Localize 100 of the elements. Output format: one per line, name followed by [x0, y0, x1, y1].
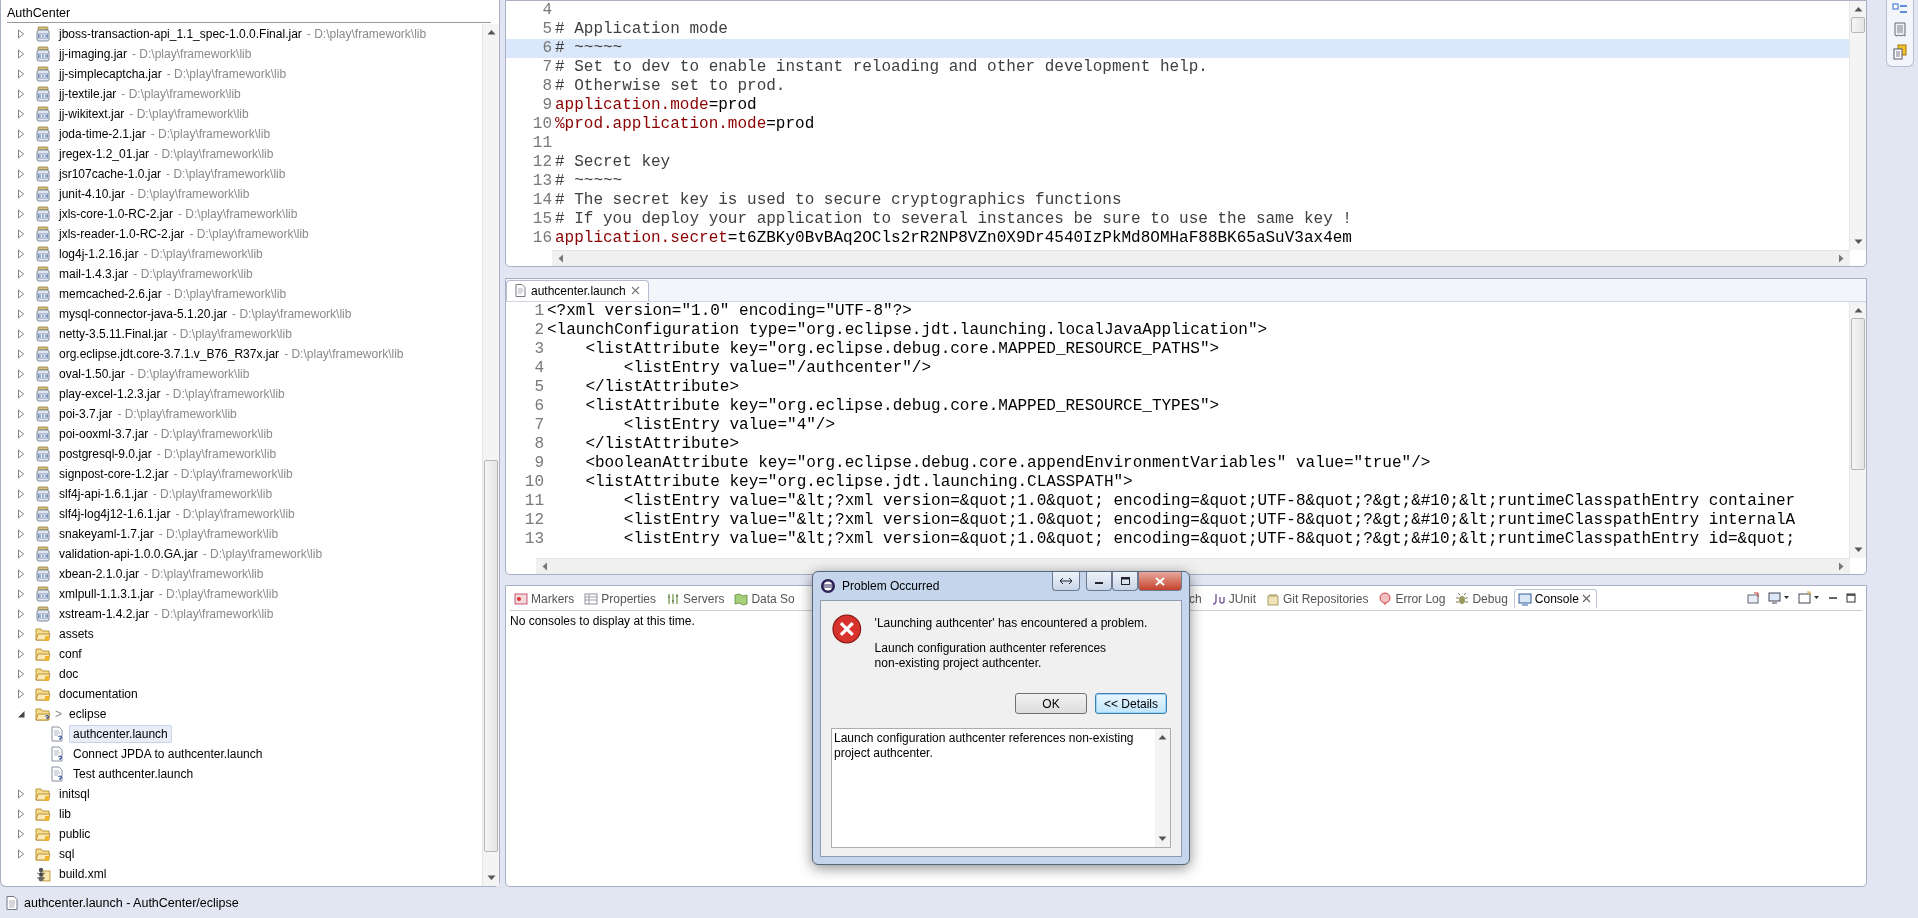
tree-item-label[interactable]: joda-time-2.1.jar — [55, 125, 150, 143]
horizontal-scrollbar[interactable] — [552, 249, 1850, 266]
tree-item-label[interactable]: Test authcenter.launch — [69, 765, 198, 783]
tree-item-label[interactable]: validation-api-1.0.0.GA.jar — [55, 545, 202, 563]
tree-item-label[interactable]: xstream-1.4.2.jar — [55, 605, 154, 623]
jar-location: - D:\play\framework\lib — [154, 147, 274, 161]
tree-item-label[interactable]: snakeyaml-1.7.jar — [55, 525, 158, 543]
view-tab[interactable]: Properties — [580, 588, 663, 608]
scroll-arrow-icon[interactable] — [1853, 238, 1863, 245]
tree-item-label[interactable]: authcenter.launch — [69, 725, 172, 743]
view-tab[interactable]: Git Repositories — [1262, 588, 1375, 608]
line-number: 6 — [541, 39, 552, 58]
tree-item-label[interactable]: postgresql-9.0.jar — [55, 445, 156, 463]
scroll-arrow-icon[interactable] — [1158, 836, 1167, 842]
new-console-icon[interactable] — [1798, 591, 1820, 606]
tree-item-label[interactable]: org.eclipse.jdt.core-3.7.1.v_B76_R37x.jar — [55, 345, 284, 363]
view-tab[interactable]: Console — [1513, 588, 1597, 608]
scroll-arrow-icon[interactable] — [486, 29, 496, 35]
tree-item-label[interactable]: oval-1.50.jar — [55, 365, 130, 383]
close-icon[interactable] — [630, 286, 640, 296]
scroll-thumb[interactable] — [1851, 17, 1865, 33]
scroll-left-icon[interactable] — [542, 562, 548, 572]
tree-item-label[interactable]: xmlpull-1.1.3.1.jar — [55, 585, 158, 603]
tree-item-label[interactable]: jj-simplecaptcha.jar — [55, 65, 166, 83]
view-tab[interactable]: Servers — [662, 588, 731, 608]
tree-item-label[interactable]: xbean-2.1.0.jar — [55, 565, 144, 583]
tree-item-label[interactable]: junit-4.10.jar — [55, 185, 130, 203]
tree-item-label[interactable]: signpost-core-1.2.jar — [55, 465, 173, 483]
maximize-icon[interactable] — [1846, 593, 1856, 604]
breadcrumb[interactable]: AuthCenter — [7, 0, 491, 23]
scroll-arrow-icon[interactable] — [1158, 734, 1167, 740]
tree-item-label[interactable]: assets — [55, 625, 98, 643]
outline-icon[interactable] — [1892, 2, 1908, 16]
scroll-right-icon[interactable] — [1838, 253, 1844, 263]
scroll-arrow-icon[interactable] — [1853, 6, 1863, 12]
scroll-left-icon[interactable] — [558, 253, 564, 263]
tree-item-label[interactable]: play-excel-1.2.3.jar — [55, 385, 165, 403]
view-tab[interactable]: Debug — [1451, 588, 1514, 608]
jar-icon — [35, 446, 51, 462]
tree-item-label[interactable]: jregex-1.2_01.jar — [55, 145, 154, 163]
tree-item-label[interactable]: sql — [55, 845, 79, 863]
monitor-dropdown-icon[interactable] — [1768, 591, 1790, 606]
view-tab[interactable]: JUnit — [1207, 588, 1263, 608]
tree-item-label[interactable]: jj-textile.jar — [55, 85, 121, 103]
scroll-arrow-icon[interactable] — [1853, 306, 1863, 313]
tree-item-label[interactable]: memcached-2.6.jar — [55, 285, 166, 303]
tree-item-label[interactable]: lib — [55, 805, 75, 823]
tree-item-label[interactable]: slf4j-log4j12-1.6.1.jar — [55, 505, 175, 523]
horizontal-scrollbar[interactable] — [536, 558, 1850, 575]
line-number: 8 — [541, 77, 552, 96]
scrollbar[interactable] — [482, 24, 499, 886]
tree-item-label[interactable]: mysql-connector-java-5.1.20.jar — [55, 305, 232, 323]
expand-arrow-icon[interactable] — [16, 709, 26, 719]
view-tab[interactable]: Data So — [730, 588, 801, 608]
tree-item-label[interactable]: initsql — [55, 785, 94, 803]
tree-item-label[interactable]: jj-wikitext.jar — [55, 105, 129, 123]
scroll-arrow-icon[interactable] — [486, 875, 496, 881]
tree-item-label[interactable]: doc — [55, 665, 83, 683]
line-number: 13 — [523, 529, 544, 549]
scroll-right-icon[interactable] — [1838, 562, 1844, 572]
details-button[interactable]: << Details — [1095, 693, 1167, 714]
tree-item-label[interactable]: log4j-1.2.16.jar — [55, 245, 143, 263]
tree-item-label[interactable]: jsr107cache-1.0.jar — [55, 165, 166, 183]
scrollbar[interactable] — [1849, 1, 1866, 250]
tree-item-label[interactable]: jxls-reader-1.0-RC-2.jar — [55, 225, 189, 243]
editor-tab[interactable]: authcenter.launch — [506, 279, 649, 301]
tree-item-label[interactable]: build.xml — [55, 865, 111, 883]
scroll-arrow-icon[interactable] — [1853, 547, 1863, 554]
folder-icon — [35, 646, 51, 662]
tree-item-label[interactable]: documentation — [55, 685, 142, 703]
tree-item-label[interactable]: jxls-core-1.0-RC-2.jar — [55, 205, 178, 223]
maximize-button[interactable] — [1112, 572, 1138, 591]
close-icon[interactable] — [1581, 594, 1591, 604]
tree-item-label[interactable]: poi-ooxml-3.7.jar — [55, 425, 153, 443]
tree-item-label[interactable]: jj-imaging.jar — [55, 45, 132, 63]
tree-item-label[interactable]: poi-3.7.jar — [55, 405, 117, 423]
document-icon[interactable] — [1893, 22, 1907, 38]
scroll-thumb[interactable] — [484, 460, 498, 852]
line-number: 9 — [533, 453, 544, 473]
tree-item-label[interactable]: jboss-transaction-api_1.1_spec-1.0.0.Final.jar — [55, 25, 306, 43]
ok-button[interactable]: OK — [1015, 693, 1087, 714]
tree-item-label[interactable]: conf — [55, 645, 86, 663]
close-button[interactable] — [1138, 572, 1182, 591]
minimize-button[interactable] — [1086, 572, 1112, 591]
tree-item-label[interactable]: public — [55, 825, 95, 843]
tree-item-label[interactable]: slf4j-api-1.6.1.jar — [55, 485, 152, 503]
restore-arrows-icon — [1059, 577, 1073, 585]
restore-button[interactable] — [1052, 572, 1080, 591]
copy-documents-icon[interactable] — [1892, 44, 1908, 60]
line-number: 4 — [541, 1, 552, 20]
pin-icon[interactable] — [1746, 591, 1760, 606]
tree-item-label[interactable]: netty-3.5.11.Final.jar — [55, 325, 172, 343]
details-area[interactable]: Launch configuration authcenter references non-existing project authcenter. — [831, 728, 1171, 848]
view-tab[interactable]: Markers — [510, 588, 581, 608]
scroll-thumb[interactable] — [1851, 317, 1865, 470]
tree-item-label[interactable]: mail-1.4.3.jar — [55, 265, 133, 283]
tree-item-label[interactable]: Connect JPDA to authcenter.launch — [69, 745, 267, 763]
view-tab[interactable]: Error Log — [1374, 588, 1452, 608]
tree-item-label[interactable]: eclipse — [65, 705, 111, 723]
scrollbar[interactable] — [1849, 301, 1866, 559]
